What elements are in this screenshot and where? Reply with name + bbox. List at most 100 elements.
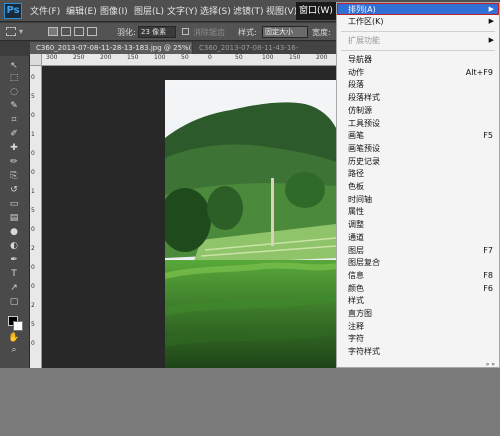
intersect-selection-icon[interactable] bbox=[87, 27, 97, 36]
menu-shortcut: Alt+F9 bbox=[465, 67, 493, 77]
new-selection-icon[interactable] bbox=[48, 27, 58, 36]
shape-tool-icon[interactable]: ▢ bbox=[7, 296, 21, 308]
menu-item[interactable]: 色板 bbox=[348, 181, 364, 192]
ruler-tick-label: 0 bbox=[31, 150, 35, 157]
preset-arrow-icon[interactable]: ▾ bbox=[19, 27, 23, 36]
ruler-tick-label: 2 bbox=[31, 302, 35, 309]
menu-item[interactable]: 段落样式 bbox=[348, 92, 380, 103]
blur-tool-icon[interactable]: ● bbox=[7, 226, 21, 238]
ruler-tick-label: 0 bbox=[31, 169, 35, 176]
zoom-tool-icon[interactable]: ⌕ bbox=[7, 344, 21, 356]
menu-filter[interactable]: 滤镜(T) bbox=[233, 4, 264, 17]
menu-item[interactable]: 画笔 bbox=[348, 130, 364, 141]
ruler-tick-label: 300 bbox=[46, 54, 58, 61]
submenu-arrow-icon: ▶ bbox=[488, 17, 494, 25]
menu-select[interactable]: 选择(S) bbox=[200, 4, 231, 17]
menu-item[interactable]: 段落 bbox=[348, 79, 364, 90]
menu-item[interactable]: 路径 bbox=[348, 168, 364, 179]
healing-tool-icon[interactable]: ✚ bbox=[7, 142, 21, 154]
marquee-preset-icon[interactable] bbox=[6, 27, 16, 36]
antialias-checkbox[interactable] bbox=[182, 28, 189, 35]
ruler-tick-label: 1 bbox=[31, 188, 35, 195]
tab-document-2[interactable]: C360_2013-07-08-11-43-16- bbox=[193, 42, 336, 54]
pen-tool-icon[interactable]: ✒ bbox=[7, 254, 21, 266]
tab-label: C360_2013-07-08-11-28-13-183.jpg @ 25%(R… bbox=[36, 44, 192, 52]
ruler-tick-label: 1 bbox=[31, 131, 35, 138]
ruler-tick-label: 50 bbox=[235, 54, 243, 61]
clone-stamp-tool-icon[interactable]: ⎘ bbox=[7, 170, 21, 182]
menu-item[interactable]: 调整 bbox=[348, 219, 364, 230]
menu-image[interactable]: 图像(I) bbox=[100, 4, 128, 17]
menu-item[interactable]: 工具预设 bbox=[348, 118, 380, 129]
quick-select-tool-icon[interactable]: ✎ bbox=[7, 100, 21, 112]
add-selection-icon[interactable] bbox=[61, 27, 71, 36]
tab-document-1[interactable]: C360_2013-07-08-11-28-13-183.jpg @ 25%(R… bbox=[30, 42, 192, 54]
menu-item[interactable]: 排列(A) bbox=[348, 4, 376, 15]
menu-layer[interactable]: 图层(L) bbox=[134, 4, 164, 17]
menu-separator bbox=[341, 31, 495, 32]
move-tool-icon[interactable]: ↖ bbox=[7, 60, 21, 72]
gradient-tool-icon[interactable]: ▤ bbox=[7, 212, 21, 224]
menu-shortcut: F8 bbox=[483, 270, 493, 280]
menu-item[interactable]: 图层复合 bbox=[348, 257, 380, 268]
menu-item[interactable]: 图层 bbox=[348, 245, 364, 256]
background-color-swatch[interactable] bbox=[13, 321, 23, 331]
style-select[interactable]: 固定大小 bbox=[262, 26, 308, 38]
scroll-down-icon[interactable]: » » bbox=[486, 361, 495, 368]
ruler-tick-label: 0 bbox=[31, 112, 35, 119]
menu-item[interactable]: 画笔预设 bbox=[348, 143, 380, 154]
type-tool-icon[interactable]: T bbox=[7, 268, 21, 280]
menu-item[interactable]: 导航器 bbox=[348, 54, 372, 65]
menu-item[interactable]: 信息 bbox=[348, 270, 364, 281]
history-brush-tool-icon[interactable]: ↺ bbox=[7, 184, 21, 196]
ruler-tick-label: 150 bbox=[127, 54, 139, 61]
menu-view[interactable]: 视图(V) bbox=[266, 4, 297, 17]
menu-edit[interactable]: 编辑(E) bbox=[66, 4, 97, 17]
ruler-tick-label: 0 bbox=[31, 264, 35, 271]
menu-shortcut: F7 bbox=[483, 245, 493, 255]
menu-item[interactable]: 工作区(K) bbox=[348, 16, 384, 27]
hand-tool-icon[interactable]: ✋ bbox=[7, 332, 21, 344]
eraser-tool-icon[interactable]: ▭ bbox=[7, 198, 21, 210]
eyedropper-tool-icon[interactable]: ✐ bbox=[7, 128, 21, 140]
ruler-tick-label: 5 bbox=[31, 321, 35, 328]
ruler-tick-label: 150 bbox=[289, 54, 301, 61]
marquee-tool-icon[interactable]: ⬚ bbox=[7, 72, 21, 84]
menu-item[interactable]: 属性 bbox=[348, 206, 364, 217]
crop-tool-icon[interactable]: ⌗ bbox=[7, 114, 21, 126]
vertical-ruler: 0 5 0 1 0 0 1 5 0 2 0 0 2 5 0 bbox=[30, 66, 42, 368]
dodge-tool-icon[interactable]: ◐ bbox=[7, 240, 21, 252]
menu-item[interactable]: 通道 bbox=[348, 232, 364, 243]
menu-file[interactable]: 文件(F) bbox=[30, 4, 60, 17]
menu-item[interactable]: 直方图 bbox=[348, 308, 372, 319]
brush-tool-icon[interactable]: ✏ bbox=[7, 156, 21, 168]
ruler-tick-label: 0 bbox=[31, 340, 35, 347]
ruler-tick-label: 250 bbox=[73, 54, 85, 61]
subtract-selection-icon[interactable] bbox=[74, 27, 84, 36]
document-tabs: C360_2013-07-08-11-28-13-183.jpg @ 25%(R… bbox=[30, 42, 336, 54]
photoshop-logo: Ps bbox=[4, 3, 22, 19]
menu-item[interactable]: 字符 bbox=[348, 333, 364, 344]
menu-item[interactable]: 注释 bbox=[348, 321, 364, 332]
canvas-area[interactable] bbox=[42, 66, 336, 368]
menu-item[interactable]: 时间轴 bbox=[348, 194, 372, 205]
menu-item[interactable]: 历史记录 bbox=[348, 156, 380, 167]
menu-item: 扩展功能 bbox=[348, 36, 380, 45]
ruler-tick-label: 5 bbox=[31, 93, 35, 100]
path-select-tool-icon[interactable]: ↗ bbox=[7, 282, 21, 294]
menu-item[interactable]: 字符样式 bbox=[348, 346, 380, 357]
menu-item[interactable]: 样式 bbox=[348, 295, 364, 306]
feather-input[interactable]: 23 像素 bbox=[138, 26, 176, 38]
lasso-tool-icon[interactable]: ◌ bbox=[7, 86, 21, 98]
tab-label: C360_2013-07-08-11-43-16- bbox=[199, 44, 299, 52]
menu-shortcut: F5 bbox=[483, 131, 493, 141]
menu-item[interactable]: 动作 bbox=[348, 67, 364, 78]
menu-item[interactable]: 颜色 bbox=[348, 283, 364, 294]
tools-panel: ↖ ⬚ ◌ ✎ ⌗ ✐ ✚ ✏ ⎘ ↺ ▭ ▤ ● ◐ ✒ T ↗ ▢ ✋ ⌕ bbox=[0, 56, 30, 368]
menu-item[interactable]: 仿制源 bbox=[348, 105, 372, 116]
menu-type[interactable]: 文字(Y) bbox=[167, 4, 198, 17]
submenu-arrow-icon: ▶ bbox=[488, 36, 494, 44]
ruler-tick-label: 2 bbox=[31, 245, 35, 252]
menu-window[interactable]: 窗口(W) bbox=[296, 2, 336, 20]
ruler-tick-label: 0 bbox=[31, 226, 35, 233]
